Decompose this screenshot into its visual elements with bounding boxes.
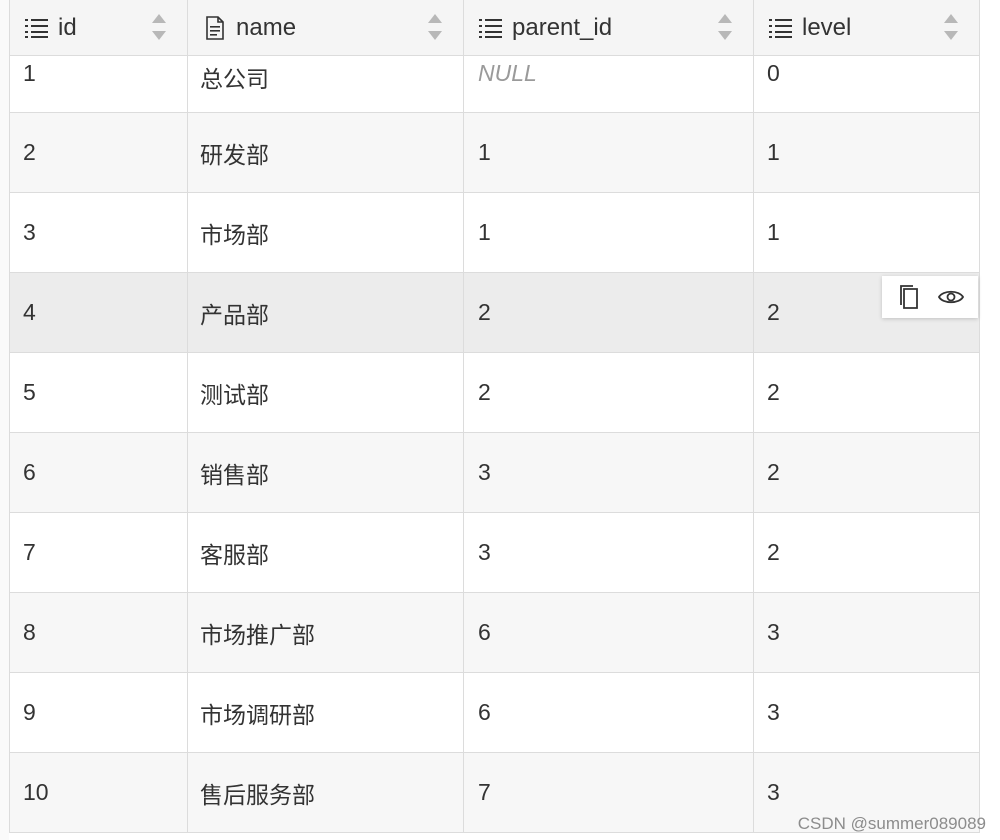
column-header-name[interactable]: name bbox=[188, 0, 464, 55]
table-row[interactable]: 5 测试部 2 2 bbox=[10, 353, 980, 433]
cell-parent-id[interactable]: 1 bbox=[464, 193, 754, 272]
column-header-label: level bbox=[802, 13, 852, 41]
cell-name[interactable]: 售后服务部 bbox=[188, 753, 464, 832]
sort-icon[interactable] bbox=[717, 12, 733, 42]
cell-name[interactable]: 市场调研部 bbox=[188, 673, 464, 752]
cell-id[interactable]: 1 bbox=[10, 56, 188, 112]
cell-level[interactable]: 0 bbox=[754, 56, 980, 112]
cell-parent-id[interactable]: 6 bbox=[464, 673, 754, 752]
grid-left-gutter bbox=[0, 0, 9, 840]
data-grid: id name parent_id level 1 总公司 NULL 0 2 研… bbox=[9, 0, 980, 833]
column-header-id[interactable]: id bbox=[10, 0, 188, 55]
cell-id[interactable]: 2 bbox=[10, 113, 188, 192]
cell-name[interactable]: 测试部 bbox=[188, 353, 464, 432]
cell-level[interactable]: 2 bbox=[754, 433, 980, 512]
cell-name[interactable]: 市场部 bbox=[188, 193, 464, 272]
cell-name[interactable]: 销售部 bbox=[188, 433, 464, 512]
column-header-label: name bbox=[236, 13, 297, 41]
cell-parent-id[interactable]: 3 bbox=[464, 433, 754, 512]
table-row[interactable]: 6 销售部 3 2 bbox=[10, 433, 980, 513]
cell-level[interactable]: 2 bbox=[754, 353, 980, 432]
sort-icon[interactable] bbox=[427, 12, 443, 42]
cell-parent-id[interactable]: 2 bbox=[464, 353, 754, 432]
column-header-label: id bbox=[58, 13, 77, 41]
cell-name[interactable]: 总公司 bbox=[188, 56, 464, 112]
cell-level[interactable]: 3 bbox=[754, 673, 980, 752]
cell-parent-id[interactable]: 7 bbox=[464, 753, 754, 832]
cell-level[interactable]: 3 bbox=[754, 593, 980, 672]
list-icon bbox=[24, 15, 50, 41]
cell-id[interactable]: 10 bbox=[10, 753, 188, 832]
cell-name[interactable]: 产品部 bbox=[188, 273, 464, 352]
column-header-parent-id[interactable]: parent_id bbox=[464, 0, 754, 55]
cell-id[interactable]: 4 bbox=[10, 273, 188, 352]
cell-id[interactable]: 7 bbox=[10, 513, 188, 592]
table-row[interactable]: 9 市场调研部 6 3 bbox=[10, 673, 980, 753]
document-icon bbox=[202, 15, 228, 41]
cell-level[interactable]: 1 bbox=[754, 113, 980, 192]
cell-id[interactable]: 6 bbox=[10, 433, 188, 512]
table-row[interactable]: 8 市场推广部 6 3 bbox=[10, 593, 980, 673]
cell-id[interactable]: 3 bbox=[10, 193, 188, 272]
eye-icon[interactable] bbox=[936, 282, 966, 312]
cell-name[interactable]: 客服部 bbox=[188, 513, 464, 592]
cell-id[interactable]: 5 bbox=[10, 353, 188, 432]
cell-parent-id[interactable]: 6 bbox=[464, 593, 754, 672]
column-header-level[interactable]: level bbox=[754, 0, 980, 55]
cell-parent-id[interactable]: 3 bbox=[464, 513, 754, 592]
cell-level[interactable]: 1 bbox=[754, 193, 980, 272]
list-icon bbox=[478, 15, 504, 41]
sort-icon[interactable] bbox=[943, 12, 959, 42]
column-header-label: parent_id bbox=[512, 13, 613, 41]
copy-icon[interactable] bbox=[894, 282, 924, 312]
grid-header: id name parent_id level bbox=[10, 0, 980, 56]
table-row[interactable]: 3 市场部 1 1 bbox=[10, 193, 980, 273]
sort-icon[interactable] bbox=[151, 12, 167, 42]
cell-level[interactable]: 2 bbox=[754, 513, 980, 592]
row-action-toolbar bbox=[882, 276, 978, 318]
watermark: CSDN @summer089089 bbox=[797, 814, 986, 833]
table-row[interactable]: 2 研发部 1 1 bbox=[10, 113, 980, 193]
cell-id[interactable]: 9 bbox=[10, 673, 188, 752]
table-row[interactable]: 4 产品部 2 2 bbox=[10, 273, 980, 353]
cell-parent-id[interactable]: 2 bbox=[464, 273, 754, 352]
cell-parent-id[interactable]: NULL bbox=[464, 56, 754, 112]
table-row[interactable]: 1 总公司 NULL 0 bbox=[10, 56, 980, 113]
cell-name[interactable]: 市场推广部 bbox=[188, 593, 464, 672]
list-icon bbox=[768, 15, 794, 41]
cell-parent-id[interactable]: 1 bbox=[464, 113, 754, 192]
cell-name[interactable]: 研发部 bbox=[188, 113, 464, 192]
cell-id[interactable]: 8 bbox=[10, 593, 188, 672]
table-row[interactable]: 7 客服部 3 2 bbox=[10, 513, 980, 593]
